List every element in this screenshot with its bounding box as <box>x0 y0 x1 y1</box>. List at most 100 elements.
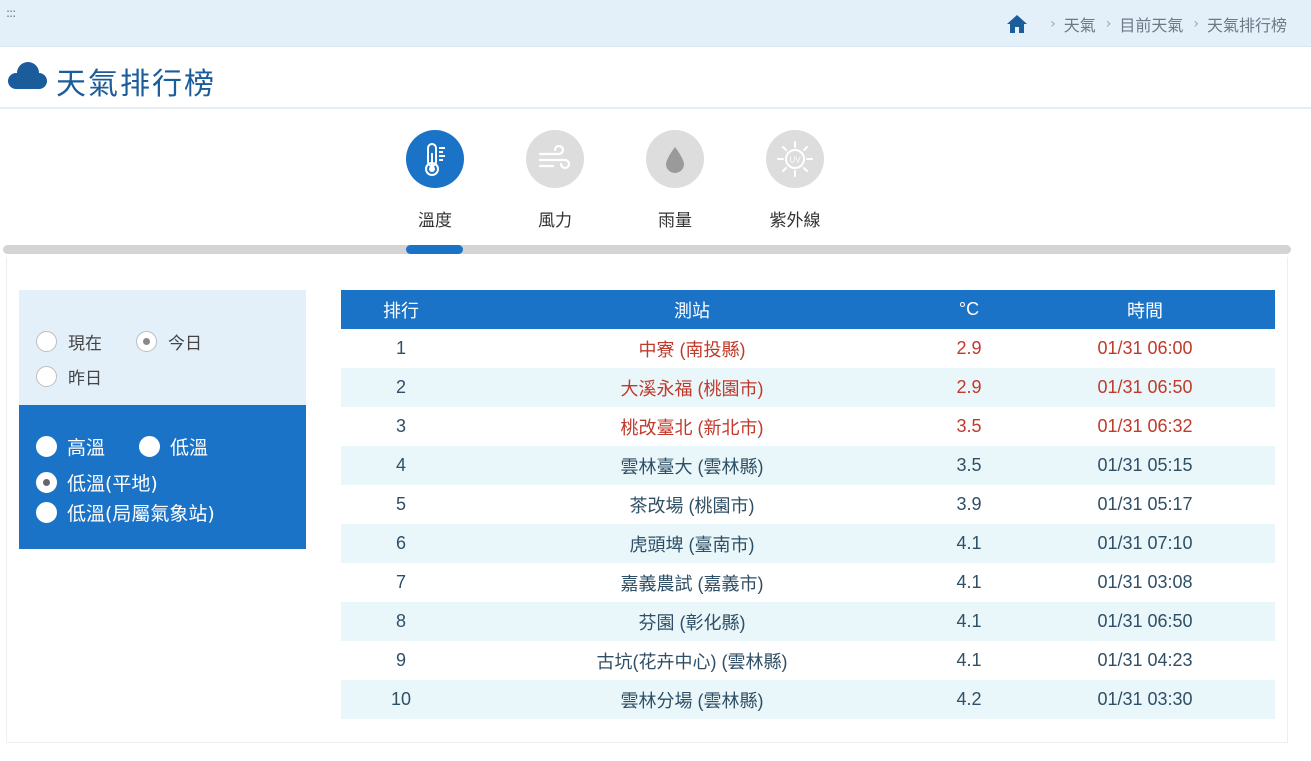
station-cell[interactable]: 芬園 (彰化縣) <box>461 602 923 641</box>
station-cell[interactable]: 虎頭埤 (臺南市) <box>461 524 923 563</box>
ranking-table: 排行 測站 °C 時間 1 中寮 (南投縣) 2.9 01/31 06:00 2 大溪永福… <box>341 290 1275 719</box>
title-bar: 天氣排行榜 <box>0 47 1311 109</box>
uv-sun-icon: UV <box>777 141 813 177</box>
breadcrumb-separator-icon: › <box>1193 16 1199 32</box>
home-icon[interactable] <box>1006 14 1028 34</box>
table-row: 9 古坑(花卉中心) (雲林縣) 4.1 01/31 04:23 <box>341 641 1275 680</box>
temperature-cell: 4.1 <box>956 572 982 592</box>
rank-cell: 9 <box>395 650 406 670</box>
station-cell[interactable]: 大溪永福 (桃園市) <box>461 368 923 407</box>
time-cell: 01/31 04:23 <box>1097 650 1193 670</box>
type-option-label: 低溫(局屬氣象站) <box>67 503 215 525</box>
period-option-today[interactable]: 今日 <box>136 329 202 354</box>
station-cell[interactable]: 雲林分場 (雲林縣) <box>461 680 923 719</box>
temperature-cell: 4.2 <box>956 689 982 709</box>
temperature-cell: 2.9 <box>956 338 982 358</box>
period-option-label: 昨日 <box>68 369 102 389</box>
time-cell: 01/31 07:10 <box>1097 533 1193 553</box>
station-cell[interactable]: 茶改場 (桃園市) <box>461 485 923 524</box>
tab-icon-circle: UV <box>766 130 824 188</box>
tab-temperature[interactable]: 溫度 <box>390 128 480 231</box>
breadcrumb-item-ranking: 天氣排行榜 <box>1206 16 1287 35</box>
header-rank[interactable]: 排行 <box>341 290 461 329</box>
table-row: 2 大溪永福 (桃園市) 2.9 01/31 06:50 <box>341 368 1275 407</box>
thermometer-icon <box>425 143 445 176</box>
table-row: 6 虎頭埤 (臺南市) 4.1 01/31 07:10 <box>341 524 1275 563</box>
station-cell[interactable]: 嘉義農試 (嘉義市) <box>461 563 923 602</box>
header-temperature[interactable]: °C <box>923 290 1015 329</box>
cloud-icon <box>8 62 47 89</box>
time-cell: 01/31 06:32 <box>1097 416 1193 436</box>
period-option-yesterday[interactable]: 昨日 <box>36 364 102 389</box>
tab-wind[interactable]: 風力 <box>510 128 600 231</box>
tab-scrollbar-thumb[interactable] <box>406 245 463 254</box>
tab-label: 紫外線 <box>769 211 821 231</box>
station-cell[interactable]: 桃改臺北 (新北市) <box>461 407 923 446</box>
breadcrumb-item-current-weather[interactable]: 目前天氣 <box>1119 12 1183 36</box>
radio-button[interactable] <box>36 472 57 493</box>
radio-button[interactable] <box>36 502 57 523</box>
station-cell[interactable]: 古坑(花卉中心) (雲林縣) <box>461 641 923 680</box>
period-option-now[interactable]: 現在 <box>36 329 102 354</box>
table-body: 1 中寮 (南投縣) 2.9 01/31 06:00 2 大溪永福 (桃園市) 2.9 01/… <box>341 329 1275 719</box>
temperature-cell: 3.9 <box>956 494 982 514</box>
temperature-cell: 2.9 <box>956 377 982 397</box>
station-cell[interactable]: 雲林臺大 (雲林縣) <box>461 446 923 485</box>
table-row: 1 中寮 (南投縣) 2.9 01/31 06:00 <box>341 329 1275 368</box>
wind-icon <box>538 144 571 170</box>
time-cell: 01/31 03:30 <box>1097 689 1193 709</box>
station-cell[interactable]: 中寮 (南投縣) <box>461 329 923 368</box>
type-option-label: 低溫 <box>170 437 209 459</box>
period-option-label: 現在 <box>68 334 102 354</box>
tab-uv[interactable]: UV 紫外線 <box>750 128 840 231</box>
period-option-label: 今日 <box>168 334 202 354</box>
type-option-low[interactable]: 低溫 <box>139 433 208 460</box>
rank-cell: 2 <box>395 377 406 397</box>
radio-button[interactable] <box>136 331 157 352</box>
breadcrumb-separator-icon: › <box>1105 16 1112 32</box>
raindrop-icon <box>666 147 684 173</box>
top-bar: ::: › 天氣 › 目前天氣 › 天氣排行榜 <box>0 0 1311 47</box>
time-cell: 01/31 03:08 <box>1097 572 1193 592</box>
table-row: 3 桃改臺北 (新北市) 3.5 01/31 06:32 <box>341 407 1275 446</box>
table-row: 8 芬園 (彰化縣) 4.1 01/31 06:50 <box>341 602 1275 641</box>
temperature-cell: 3.5 <box>956 416 982 436</box>
tab-icon-circle <box>526 130 584 188</box>
time-cell: 01/31 05:17 <box>1097 494 1193 514</box>
radio-button[interactable] <box>36 366 57 387</box>
type-option-low-station[interactable]: 低溫(局屬氣象站) <box>36 499 215 526</box>
table-header-row: 排行 測站 °C 時間 <box>341 290 1275 329</box>
tab-rain[interactable]: 雨量 <box>630 128 720 231</box>
header-station[interactable]: 測站 <box>461 290 923 329</box>
type-option-label: 低溫(平地) <box>67 473 158 495</box>
time-cell: 01/31 06:50 <box>1097 377 1193 397</box>
temperature-cell: 4.1 <box>956 650 982 670</box>
rank-cell: 5 <box>395 494 406 514</box>
breadcrumb: › 天氣 › 目前天氣 › 天氣排行榜 <box>1006 12 1287 36</box>
type-option-low-plain[interactable]: 低溫(平地) <box>36 469 158 496</box>
type-option-high[interactable]: 高溫 <box>36 433 105 460</box>
header-time[interactable]: 時間 <box>1015 290 1275 329</box>
rank-cell: 10 <box>390 689 412 709</box>
table-row: 5 茶改場 (桃園市) 3.9 01/31 05:17 <box>341 485 1275 524</box>
rank-cell: 7 <box>395 572 406 592</box>
radio-button[interactable] <box>139 436 160 457</box>
rank-cell: 4 <box>395 455 406 475</box>
menu-dots-icon[interactable]: ::: <box>6 6 16 20</box>
tab-scrollbar[interactable] <box>3 245 1291 254</box>
time-cell: 01/31 06:00 <box>1097 338 1193 358</box>
tab-icon-circle <box>406 130 464 188</box>
rank-cell: 1 <box>395 338 406 358</box>
type-filter: 高溫 低溫 低溫(平地) 低溫(局屬氣象站) <box>19 405 306 549</box>
time-cell: 01/31 05:15 <box>1097 455 1193 475</box>
table-row: 10 雲林分場 (雲林縣) 4.2 01/31 03:30 <box>341 680 1275 719</box>
radio-button[interactable] <box>36 331 57 352</box>
time-cell: 01/31 06:50 <box>1097 611 1193 631</box>
breadcrumb-separator-icon: › <box>1050 16 1056 32</box>
rank-cell: 3 <box>395 416 406 436</box>
radio-button[interactable] <box>36 436 57 457</box>
breadcrumb-item-weather[interactable]: 天氣 <box>1064 12 1096 36</box>
tab-label: 風力 <box>538 211 572 231</box>
tab-icon-circle <box>646 130 704 188</box>
rank-cell: 6 <box>395 533 406 553</box>
